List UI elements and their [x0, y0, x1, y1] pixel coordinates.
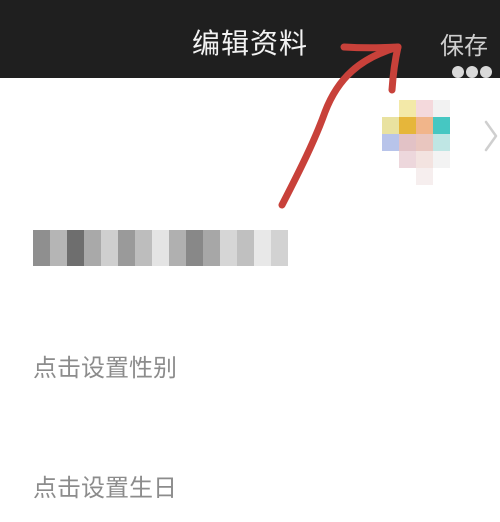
top-nav-bar: 编辑资料 保存 [0, 0, 500, 78]
save-button[interactable]: 保存 [440, 26, 488, 61]
avatar-row[interactable] [0, 78, 500, 189]
nickname-row[interactable] [0, 188, 500, 307]
gender-row[interactable]: 点击设置性别 [0, 306, 500, 425]
birthday-row[interactable]: 点击设置生日 [0, 424, 500, 522]
page-title: 编辑资料 [191, 27, 308, 60]
chevron-right-icon [484, 120, 498, 152]
gender-placeholder: 点击设置性别 [33, 354, 177, 382]
avatar[interactable] [382, 100, 467, 185]
nickname-value-blurred [33, 230, 288, 266]
birthday-placeholder: 点击设置生日 [33, 474, 177, 502]
